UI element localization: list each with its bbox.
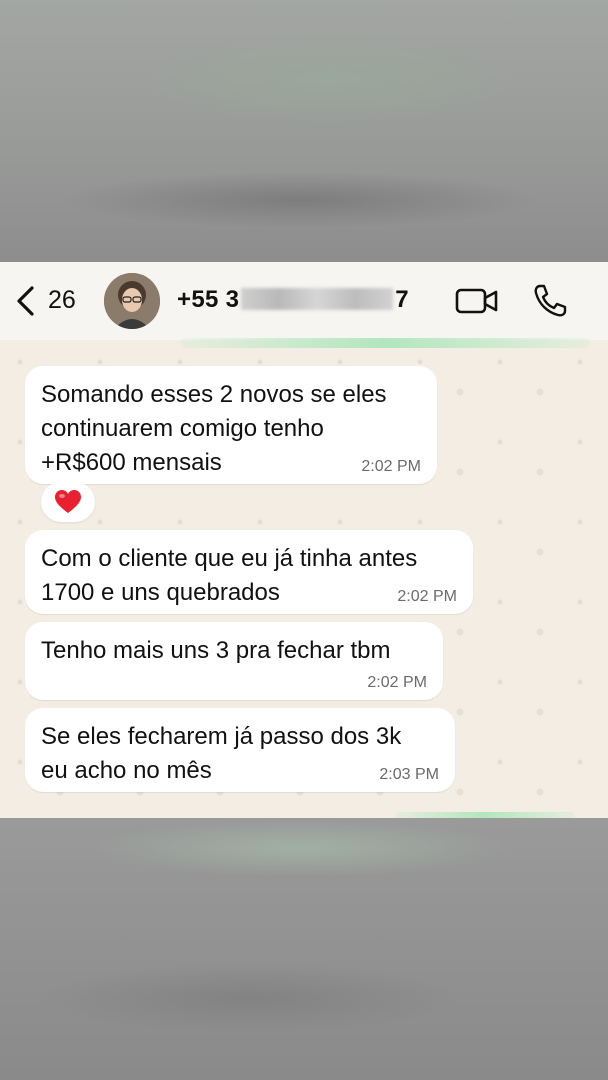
contact-number-suffix: 7 [395,286,409,313]
chat-header: 26 +55 3 7 [0,262,608,340]
message-text: Tenho mais uns 3 pra fechar tbm [41,637,391,664]
message-time: 2:03 PM [379,766,439,783]
message-bubble[interactable]: Com o cliente que eu já tinha antes 1700… [25,530,473,614]
redacted-number [241,288,394,310]
contact-avatar[interactable] [104,273,160,329]
chat-screenshot: 26 +55 3 7 Somando esses 2 novos se eles … [0,262,608,818]
message-bubble[interactable]: Tenho mais uns 3 pra fechar tbm 2:02 PM [25,622,443,700]
message-bubble[interactable]: Se eles fecharem já passo dos 3k eu acho… [25,708,455,792]
blurred-background-bottom [0,818,608,1080]
contact-name[interactable]: +55 3 7 [177,286,409,314]
message-time: 2:02 PM [397,588,457,605]
message-time: 2:02 PM [367,674,427,691]
heart-reaction-icon [55,490,81,513]
message-time: 2:02 PM [361,458,421,475]
phone-call-icon[interactable] [532,283,568,319]
message-reaction[interactable] [41,482,95,522]
contact-number-prefix: +55 3 [177,286,240,313]
unread-count[interactable]: 26 [48,286,76,315]
message-text: Com o cliente que eu já tinha antes 1700… [41,545,418,606]
highlight-bar-top [180,338,590,348]
message-bubble[interactable]: Somando esses 2 novos se eles continuare… [25,366,437,484]
video-call-icon[interactable] [455,286,499,316]
blurred-background-top [0,0,608,262]
back-chevron-icon[interactable] [12,284,38,318]
